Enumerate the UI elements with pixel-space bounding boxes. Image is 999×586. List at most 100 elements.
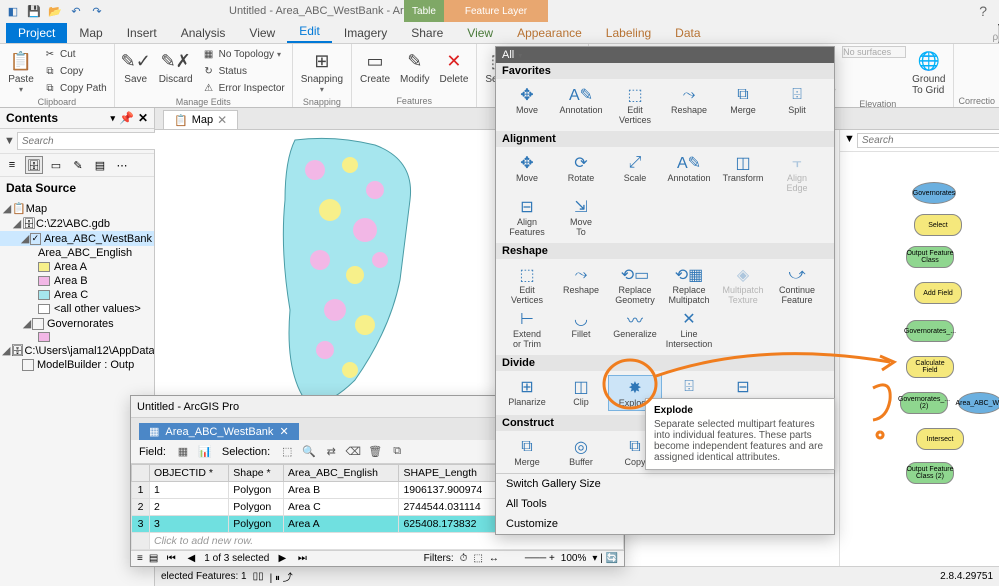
modify-features-button[interactable]: ✎Modify (396, 46, 433, 87)
add-field-icon[interactable]: ▦ (174, 443, 192, 461)
tool-replace-multipatch[interactable]: ⟲▦Replace Multipatch (662, 263, 716, 307)
model-node[interactable]: Calculate Field (906, 356, 954, 378)
switch-sel-icon[interactable]: ⇄ (322, 443, 340, 461)
qat-project-icon[interactable]: ◧ (4, 2, 22, 20)
model-node[interactable]: Governorates (912, 182, 956, 204)
filter-range-icon[interactable]: ↔ (489, 553, 499, 564)
topology-dropdown[interactable]: ▦No Topology▾ (199, 46, 288, 62)
list-by-drawing-icon[interactable]: ≡ (3, 156, 21, 174)
filter-extent-icon[interactable]: ⬚ (473, 553, 482, 564)
filter-icon[interactable]: ▼ (4, 132, 15, 150)
tool-extend-trim[interactable]: ⊢Extend or Trim (500, 307, 554, 351)
tab-ctx-view[interactable]: View (455, 23, 505, 43)
nav-prev-icon[interactable]: ◀ (184, 553, 198, 564)
list-more-icon[interactable]: ⋯ (113, 156, 131, 174)
model-node[interactable]: Governorates_... (906, 320, 954, 342)
col-objectid[interactable]: OBJECTID * (150, 465, 229, 482)
close-icon[interactable]: ✕ (279, 425, 288, 438)
pin-icon[interactable]: 📌 (119, 111, 134, 125)
discard-edits-button[interactable]: ✎✗Discard (155, 46, 197, 87)
model-builder-view[interactable]: ▼ 🔍 Governorates Select Output Feature C… (839, 130, 999, 566)
show-selected-icon[interactable]: ▤ (149, 553, 158, 564)
tool-fillet[interactable]: ◡Fillet (554, 307, 608, 351)
tab-share[interactable]: Share (399, 23, 455, 43)
tree-map[interactable]: ◢📋 Map (0, 201, 154, 216)
all-tools[interactable]: All Tools (496, 494, 834, 514)
tab-edit[interactable]: Edit (287, 21, 332, 43)
tool-merge[interactable]: ⧉Merge (716, 83, 770, 127)
copy-path-button[interactable]: ⧉Copy Path (40, 80, 110, 96)
tool-annotation-a[interactable]: A✎Annotation (662, 151, 716, 195)
snapping-button[interactable]: ⊞Snapping▾ (297, 46, 347, 96)
tab-appearance[interactable]: Appearance (505, 23, 594, 43)
nav-first-icon[interactable]: ⏮ (164, 553, 178, 564)
tool-edit-vertices-r[interactable]: ⬚Edit Vertices (500, 263, 554, 307)
tree-renderer-field[interactable]: Area_ABC_English (0, 246, 154, 260)
col-shape[interactable]: Shape * (229, 465, 284, 482)
tool-align-features[interactable]: ⊟Align Features (500, 195, 554, 239)
tool-reshape[interactable]: ⤳Reshape (662, 83, 716, 127)
col-rownum[interactable] (132, 465, 150, 482)
copy-button[interactable]: ⧉Copy (40, 63, 110, 79)
tool-line-intersection[interactable]: ✕Line Intersection (662, 307, 716, 351)
paste-button[interactable]: 📋Paste▾ (4, 46, 38, 96)
col-length[interactable]: SHAPE_Length (399, 465, 502, 482)
help-icon[interactable]: ? (979, 3, 995, 19)
switch-gallery-size[interactable]: Switch Gallery Size (496, 474, 834, 494)
tab-project[interactable]: Project (6, 23, 67, 43)
list-by-snapping-icon[interactable]: ▤ (91, 156, 109, 174)
tool-move-to[interactable]: ⇲Move To (554, 195, 608, 239)
tool-split[interactable]: ⌹Split (770, 83, 824, 127)
tool-reshape-r[interactable]: ⤳Reshape (554, 263, 608, 307)
tool-continue-feature[interactable]: ⤻Continue Feature (770, 263, 824, 307)
tree-legend-other[interactable]: <all other values> (0, 302, 154, 316)
tree-appdata[interactable]: ◢🗄 C:\Users\jamal12\AppData\Lo (0, 343, 154, 358)
calculate-field-icon[interactable]: 📊 (196, 443, 214, 461)
model-node[interactable]: Add Field (914, 282, 962, 304)
select-by-attr-icon[interactable]: ⬚ (278, 443, 296, 461)
close-icon[interactable]: ✕ (138, 111, 148, 125)
save-edits-button[interactable]: ✎✓Save (119, 46, 153, 87)
map-tab[interactable]: 📋 Map ✕ (163, 110, 238, 129)
tool-move-a[interactable]: ✥Move (500, 151, 554, 195)
model-node[interactable]: Intersect (916, 428, 964, 450)
selection-chip-icon[interactable]: ▯▯ (253, 571, 264, 582)
tool-clip[interactable]: ◫Clip (554, 375, 608, 411)
tab-analysis[interactable]: Analysis (169, 23, 238, 43)
tool-edit-vertices[interactable]: ⬚Edit Vertices (608, 83, 662, 127)
model-node[interactable]: Area_ABC_W... (958, 392, 999, 414)
dropdown-icon[interactable]: ▾ (110, 113, 115, 124)
tool-replace-geometry[interactable]: ⟲▭Replace Geometry (608, 263, 662, 307)
col-english[interactable]: Area_ABC_English (284, 465, 399, 482)
tool-scale[interactable]: ⤢Scale (608, 151, 662, 195)
table-new-row[interactable]: Click to add new row. (132, 533, 624, 550)
qat-undo-icon[interactable]: ↶ (67, 2, 85, 20)
tool-transform[interactable]: ◫Transform (716, 151, 770, 195)
tool-move[interactable]: ✥Move (500, 83, 554, 127)
tool-planarize[interactable]: ⊞Planarize (500, 375, 554, 411)
clear-sel-icon[interactable]: ⌫ (344, 443, 362, 461)
ground-to-grid-button[interactable]: 🌐Ground To Grid (908, 46, 949, 98)
tool-annotation[interactable]: A✎Annotation (554, 83, 608, 127)
filter-time-icon[interactable]: ⏱ (460, 553, 468, 564)
copy-sel-icon[interactable]: ⧉ (388, 443, 406, 461)
tab-insert[interactable]: Insert (115, 23, 169, 43)
checkbox-icon[interactable] (22, 359, 34, 371)
tool-generalize[interactable]: 〰Generalize (608, 307, 662, 351)
tool-merge-c[interactable]: ⧉Merge (500, 435, 554, 469)
tool-align-edge[interactable]: ⫟Align Edge (770, 151, 824, 195)
tab-map[interactable]: Map (67, 23, 114, 43)
model-node[interactable]: Output Feature Class (906, 246, 954, 268)
tree-legend-area-b[interactable]: Area B (0, 274, 154, 288)
model-search[interactable] (857, 133, 999, 148)
attr-tab[interactable]: ▦ Area_ABC_WestBank ✕ (139, 423, 299, 440)
nav-last-icon[interactable]: ⏭ (295, 553, 309, 564)
filter-icon[interactable]: ▼ (844, 133, 855, 148)
tab-imagery[interactable]: Imagery (332, 23, 399, 43)
close-icon[interactable]: ✕ (217, 113, 227, 127)
qat-open-icon[interactable]: 📂 (46, 2, 64, 20)
list-by-editing-icon[interactable]: ✎ (69, 156, 87, 174)
tree-modelbuilder[interactable]: ModelBuilder : Outp (0, 358, 154, 372)
status-button[interactable]: ↻Status (199, 63, 288, 79)
tree-legend-gov[interactable] (0, 331, 154, 343)
